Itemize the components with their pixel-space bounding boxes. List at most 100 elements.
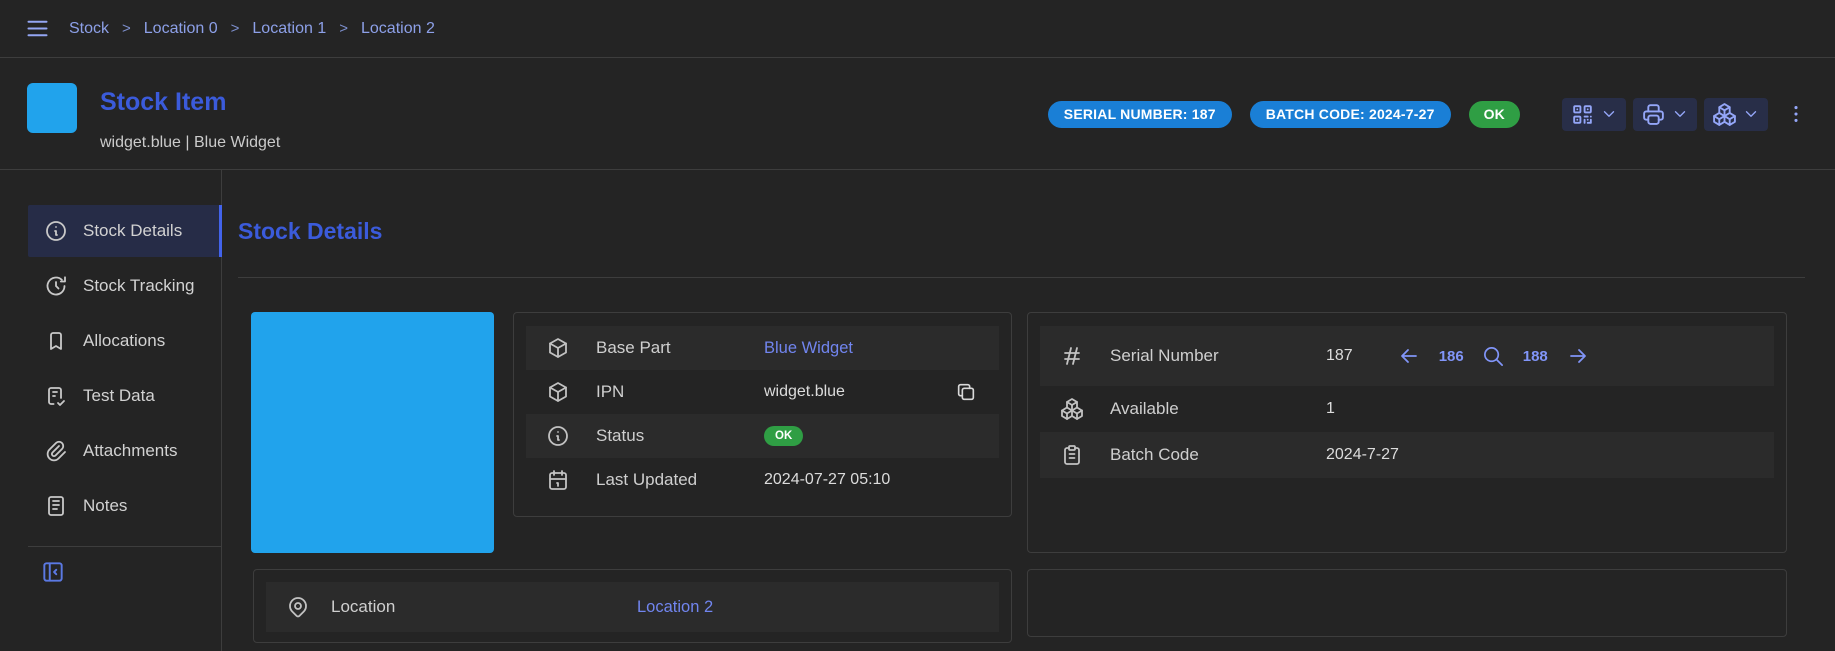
- serial-panel: Serial Number 187 186 188: [1027, 312, 1787, 553]
- serial-number-value: 187: [1326, 347, 1353, 365]
- panel-title: Stock Details: [238, 218, 382, 245]
- previous-serial-link[interactable]: 186: [1439, 348, 1464, 365]
- row-label: Base Part: [596, 338, 764, 358]
- empty-panel: [1027, 569, 1787, 637]
- qrcode-icon: [1570, 102, 1595, 127]
- status-ok-badge: OK: [764, 426, 803, 446]
- page-subtitle: widget.blue | Blue Widget: [100, 134, 280, 152]
- part-thumbnail[interactable]: [27, 83, 77, 133]
- hash-icon: [1060, 344, 1084, 368]
- table-row-available: Available 1: [1040, 386, 1774, 432]
- status-badge: OK: [1469, 101, 1520, 128]
- search-icon: [1482, 345, 1505, 368]
- sidebar-item-label: Test Data: [83, 386, 155, 406]
- calendar-icon: [546, 468, 570, 492]
- sidebar-collapse-icon: [40, 559, 66, 585]
- last-updated-value: 2024-07-27 05:10: [764, 471, 890, 489]
- sidebar-item-notes[interactable]: Notes: [28, 480, 222, 532]
- sidebar-item-label: Notes: [83, 496, 127, 516]
- row-label: Last Updated: [596, 470, 764, 490]
- row-label: Batch Code: [1110, 445, 1326, 465]
- breadcrumb-separator: >: [231, 20, 240, 37]
- paperclip-icon: [44, 439, 68, 463]
- bookmark-icon: [44, 329, 68, 353]
- table-row-location: Location Location 2: [266, 582, 999, 632]
- batch-code-badge: BATCH CODE: 2024-7-27: [1250, 101, 1451, 128]
- info-circle-icon: [546, 424, 570, 448]
- table-row-base-part: Base Part Blue Widget: [526, 326, 999, 370]
- map-pin-icon: [286, 595, 310, 619]
- next-serial-link[interactable]: 188: [1523, 348, 1548, 365]
- copy-button[interactable]: [955, 381, 977, 403]
- sidebar: Stock Details Stock Tracking Allocations…: [0, 170, 222, 651]
- row-label: Location: [331, 597, 637, 617]
- breadcrumb-bar: Stock > Location 0 > Location 1 > Locati…: [0, 0, 1835, 58]
- sidebar-divider: [28, 546, 222, 547]
- sidebar-item-attachments[interactable]: Attachments: [28, 425, 222, 477]
- table-row-last-updated: Last Updated 2024-07-27 05:10: [526, 458, 999, 502]
- page-title: Stock Item: [100, 88, 226, 117]
- search-serial-button[interactable]: [1482, 345, 1505, 368]
- location-panel: Location Location 2: [253, 569, 1012, 643]
- header-right-group: SERIAL NUMBER: 187 BATCH CODE: 2024-7-27…: [1048, 58, 1807, 170]
- previous-serial-button[interactable]: [1397, 344, 1421, 368]
- copy-icon: [955, 381, 977, 403]
- location-link[interactable]: Location 2: [637, 598, 713, 616]
- header-actions: [1562, 98, 1807, 131]
- sidebar-item-label: Attachments: [83, 441, 178, 461]
- chevron-down-icon: [1742, 105, 1760, 123]
- row-label: Serial Number: [1110, 346, 1326, 366]
- serial-navigation: 186 188: [1397, 344, 1590, 368]
- checklist-icon: [44, 384, 68, 408]
- stock-item-page: Stock > Location 0 > Location 1 > Locati…: [0, 0, 1835, 651]
- available-value: 1: [1326, 400, 1335, 418]
- packages-icon: [1060, 397, 1084, 421]
- ipn-value: widget.blue: [764, 383, 845, 401]
- breadcrumb-location-2[interactable]: Location 2: [361, 20, 435, 38]
- batch-code-value: 2024-7-27: [1326, 446, 1399, 464]
- serial-number-badge: SERIAL NUMBER: 187: [1048, 101, 1232, 128]
- breadcrumb-location-1[interactable]: Location 1: [252, 20, 326, 38]
- box-icon: [546, 380, 570, 404]
- sidebar-item-test-data[interactable]: Test Data: [28, 370, 222, 422]
- info-circle-icon: [44, 219, 68, 243]
- row-label: IPN: [596, 382, 764, 402]
- chevron-down-icon: [1600, 105, 1618, 123]
- box-icon: [546, 336, 570, 360]
- base-part-link[interactable]: Blue Widget: [764, 339, 853, 357]
- table-row-status: Status OK: [526, 414, 999, 458]
- packages-icon: [1712, 102, 1737, 127]
- next-serial-button[interactable]: [1566, 344, 1590, 368]
- barcode-actions-button[interactable]: [1562, 98, 1626, 131]
- details-panel: Base Part Blue Widget IPN widget.blue St…: [513, 312, 1012, 517]
- sidebar-item-stock-details[interactable]: Stock Details: [28, 205, 222, 257]
- notes-icon: [44, 494, 68, 518]
- breadcrumb-stock[interactable]: Stock: [69, 20, 109, 38]
- overflow-menu-button[interactable]: [1785, 103, 1807, 125]
- chevron-down-icon: [1671, 105, 1689, 123]
- panel-divider: [238, 277, 1805, 278]
- menu-icon[interactable]: [24, 15, 51, 42]
- table-row-ipn: IPN widget.blue: [526, 370, 999, 414]
- sidebar-collapse-button[interactable]: [40, 559, 66, 585]
- sidebar-item-allocations[interactable]: Allocations: [28, 315, 222, 367]
- sidebar-item-stock-tracking[interactable]: Stock Tracking: [28, 260, 222, 312]
- sidebar-item-label: Stock Details: [83, 221, 182, 241]
- part-image[interactable]: [251, 312, 494, 553]
- arrow-left-icon: [1397, 344, 1421, 368]
- dots-vertical-icon: [1785, 103, 1807, 125]
- row-label: Status: [596, 426, 764, 446]
- breadcrumb-location-0[interactable]: Location 0: [144, 20, 218, 38]
- breadcrumb-separator: >: [122, 20, 131, 37]
- breadcrumb: Stock > Location 0 > Location 1 > Locati…: [69, 20, 435, 38]
- arrow-right-icon: [1566, 344, 1590, 368]
- stock-actions-button[interactable]: [1704, 98, 1768, 131]
- row-label: Available: [1110, 399, 1326, 419]
- clipboard-icon: [1060, 443, 1084, 467]
- sidebar-item-label: Stock Tracking: [83, 276, 195, 296]
- table-row-serial-number: Serial Number 187 186 188: [1040, 326, 1774, 386]
- breadcrumb-separator: >: [339, 20, 348, 37]
- print-actions-button[interactable]: [1633, 98, 1697, 131]
- page-header: Stock Item widget.blue | Blue Widget SER…: [0, 58, 1835, 170]
- printer-icon: [1641, 102, 1666, 127]
